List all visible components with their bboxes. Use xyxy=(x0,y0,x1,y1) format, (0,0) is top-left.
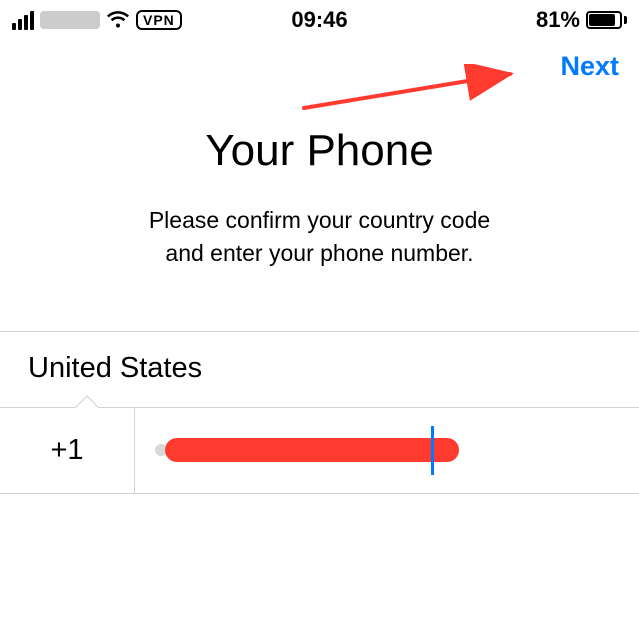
battery-icon xyxy=(586,11,627,29)
phone-redaction-scribble xyxy=(165,438,459,462)
subtitle-line-1: Please confirm your country code xyxy=(149,207,490,233)
vpn-badge: VPN xyxy=(136,10,182,30)
carrier-name-redacted xyxy=(40,11,100,29)
phone-input-row: +1 xyxy=(0,407,639,494)
country-selector[interactable]: United States xyxy=(0,332,639,407)
page-title: Your Phone xyxy=(40,126,599,176)
battery-percent-text: 81% xyxy=(536,7,580,33)
wifi-icon xyxy=(106,11,130,29)
next-button[interactable]: Next xyxy=(560,51,619,82)
cellular-signal-icon xyxy=(12,11,34,30)
country-code-cell[interactable]: +1 xyxy=(0,408,135,493)
status-bar: VPN 09:46 81% xyxy=(0,0,639,40)
nav-bar: Next xyxy=(0,40,639,92)
text-caret xyxy=(431,426,434,475)
page-subtitle: Please confirm your country code and ent… xyxy=(40,204,599,271)
phone-number-cell[interactable] xyxy=(135,408,639,493)
header-area: Your Phone Please confirm your country c… xyxy=(0,92,639,331)
subtitle-line-2: and enter your phone number. xyxy=(165,240,473,266)
